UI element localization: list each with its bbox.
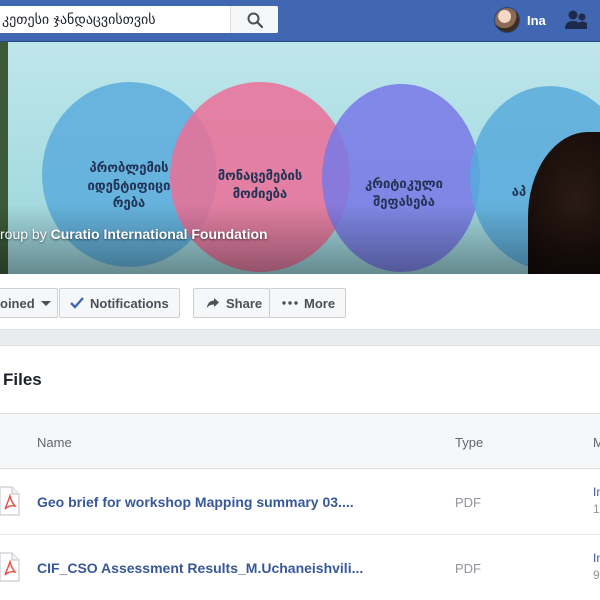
caret-down-icon [40, 301, 51, 306]
caption-prefix: roup by [0, 226, 47, 242]
group-cover-photo[interactable]: პრობლემის იდენტიფიცი რება მონაცემების მო… [0, 42, 600, 274]
group-owner-caption: roup by Curatio International Foundation [0, 226, 268, 242]
files-card: Files Name Type M Geo brief for workshop… [0, 345, 600, 600]
file-date: 9 [593, 568, 600, 582]
file-uploader[interactable]: In [593, 551, 600, 565]
pdf-file-icon [0, 486, 20, 516]
files-table-header: Name Type M [0, 413, 600, 469]
column-header-modified[interactable]: M [593, 435, 600, 450]
more-label: More [304, 295, 336, 311]
notifications-button[interactable]: Notifications [59, 288, 180, 318]
table-row: Geo brief for workshop Mapping summary 0… [0, 469, 600, 535]
more-button[interactable]: More [269, 288, 346, 318]
pdf-file-icon [0, 552, 20, 582]
table-row: CIF_CSO Assessment Results_M.Uchaneishvi… [0, 535, 600, 600]
share-button[interactable]: Share [193, 288, 270, 318]
cover-circle-label: მონაცემების მოძიება [217, 169, 303, 202]
top-navigation-bar: Ina [0, 0, 600, 42]
group-action-bar: oined Notifications Share More [0, 274, 600, 330]
column-header-type[interactable]: Type [455, 435, 483, 450]
share-arrow-icon [207, 298, 219, 308]
search-input[interactable] [0, 6, 228, 33]
profile-name: Ina [527, 12, 546, 28]
joined-label: oined [0, 295, 35, 311]
file-name-link[interactable]: CIF_CSO Assessment Results_M.Uchaneishvi… [37, 560, 363, 576]
search-box [0, 6, 278, 33]
file-type: PDF [455, 495, 481, 510]
file-uploader[interactable]: In [593, 485, 600, 499]
check-icon [70, 297, 84, 309]
search-button[interactable] [230, 6, 278, 33]
friend-requests-icon[interactable] [565, 9, 589, 31]
group-owner-link[interactable]: Curatio International Foundation [51, 226, 268, 242]
file-type: PDF [455, 561, 481, 576]
file-date: 1 [593, 502, 600, 516]
notifications-label: Notifications [90, 295, 169, 311]
joined-button[interactable]: oined [0, 288, 58, 318]
search-icon [247, 12, 263, 28]
files-title: Files [3, 370, 42, 389]
profile-link[interactable]: Ina [494, 6, 546, 34]
more-dots-icon [282, 301, 298, 305]
file-name-link[interactable]: Geo brief for workshop Mapping summary 0… [37, 494, 354, 510]
share-label: Share [226, 295, 263, 311]
column-header-name[interactable]: Name [37, 435, 72, 450]
avatar [494, 7, 520, 33]
